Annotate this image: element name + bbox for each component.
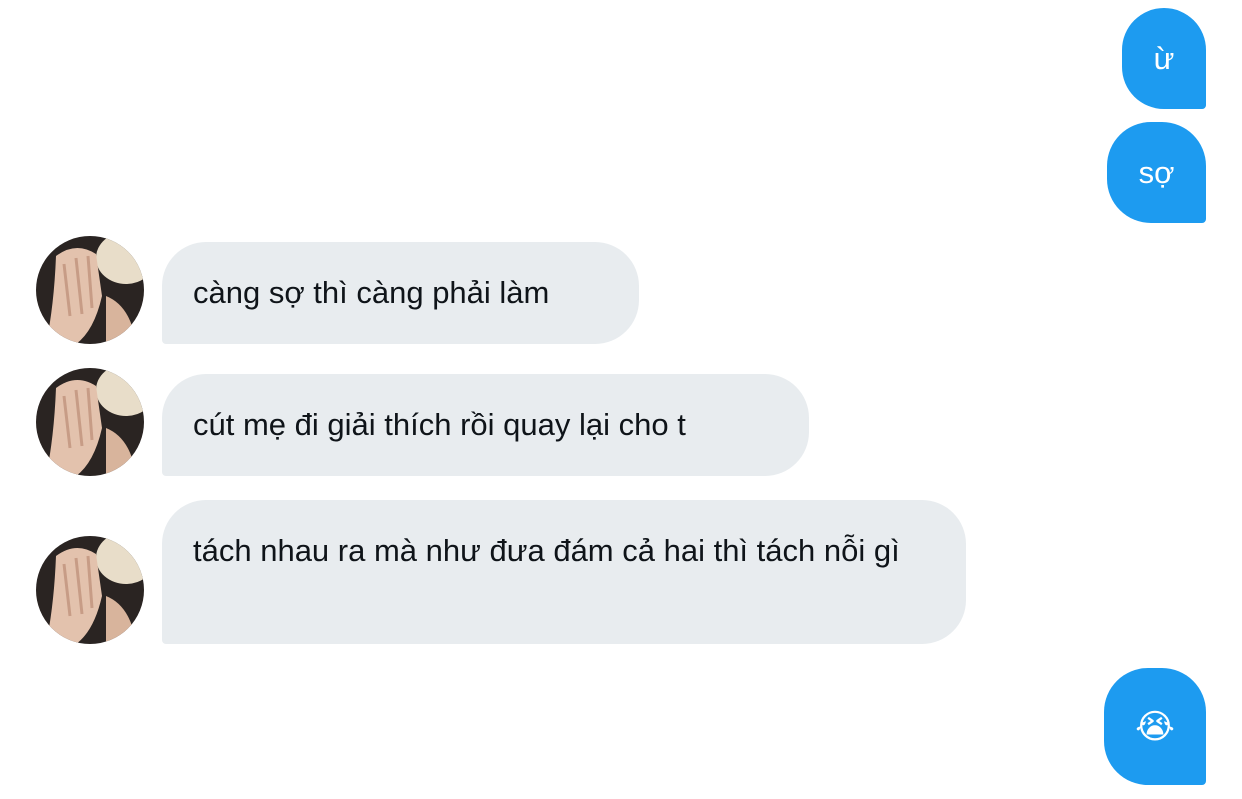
crying-face-emoji-icon: 😭 bbox=[1135, 706, 1175, 747]
message-text: sợ bbox=[1138, 154, 1175, 190]
sender-avatar[interactable] bbox=[36, 236, 144, 344]
outgoing-message-bubble[interactable]: 😭 bbox=[1104, 668, 1206, 785]
outgoing-message-bubble[interactable]: sợ bbox=[1107, 122, 1206, 223]
message-text: ừ bbox=[1153, 40, 1175, 76]
avatar-photo-icon bbox=[36, 536, 144, 644]
message-text: cút mẹ đi giải thích rồi quay lại cho t bbox=[193, 407, 686, 442]
message-text: tách nhau ra mà như đưa đám cả hai thì t… bbox=[193, 533, 900, 568]
avatar-photo-icon bbox=[36, 236, 144, 344]
outgoing-message-bubble[interactable]: ừ bbox=[1122, 8, 1206, 109]
incoming-message-bubble[interactable]: cút mẹ đi giải thích rồi quay lại cho t bbox=[162, 374, 809, 476]
incoming-message-bubble[interactable]: càng sợ thì càng phải làm bbox=[162, 242, 639, 344]
avatar-photo-icon bbox=[36, 368, 144, 476]
message-text: càng sợ thì càng phải làm bbox=[193, 275, 550, 310]
sender-avatar[interactable] bbox=[36, 536, 144, 644]
incoming-message-bubble[interactable]: tách nhau ra mà như đưa đám cả hai thì t… bbox=[162, 500, 966, 644]
sender-avatar[interactable] bbox=[36, 368, 144, 476]
